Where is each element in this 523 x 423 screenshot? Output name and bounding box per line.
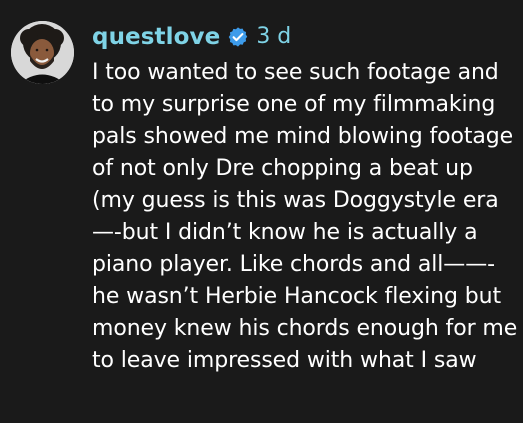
comment: questlove 3 d I too wanted to see such f… [0,0,523,423]
verified-badge-icon [227,26,249,48]
timestamp[interactable]: 3 d [256,18,291,56]
avatar-photo-icon [11,21,74,84]
username-link[interactable]: questlove [92,18,220,56]
comment-header: questlove 3 d [92,18,520,56]
avatar[interactable] [11,21,74,84]
comment-body: questlove 3 d I too wanted to see such f… [92,18,520,377]
comment-text: I too wanted to see such footage and to … [92,60,518,373]
